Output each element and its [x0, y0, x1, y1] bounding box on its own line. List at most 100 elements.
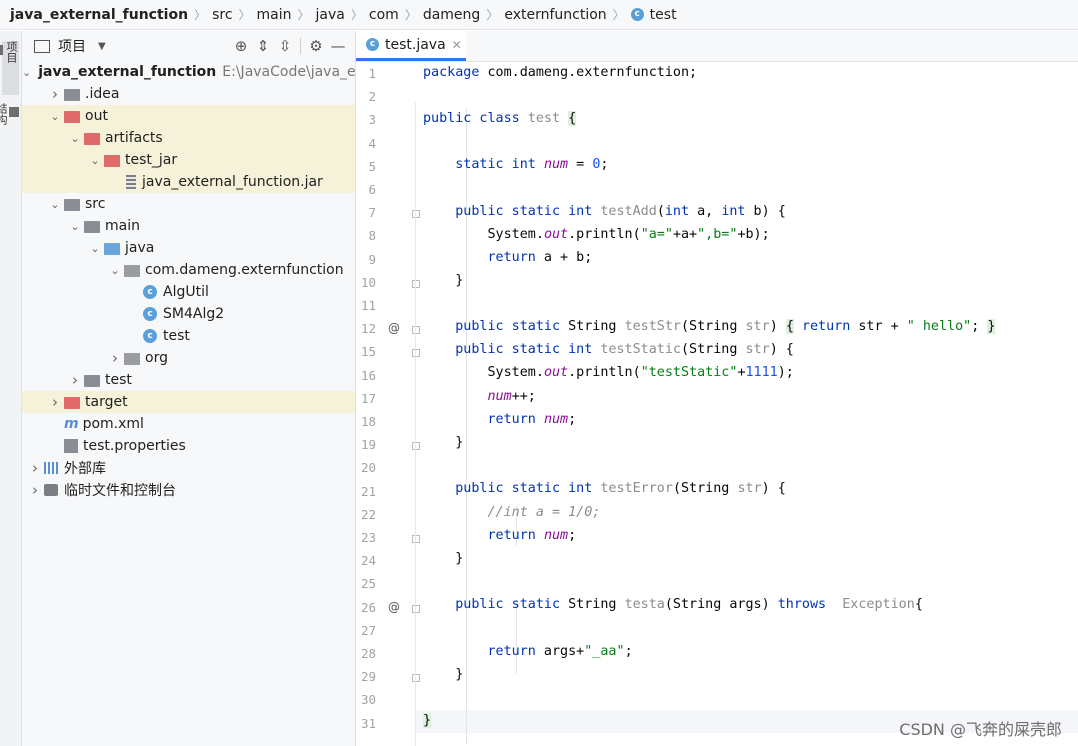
chevron-down-icon[interactable]: ⌄ — [68, 220, 82, 233]
annotation-marker-icon[interactable]: @ — [388, 321, 400, 335]
chevron-down-icon[interactable]: ⌄ — [48, 110, 62, 123]
structure-tool-tab[interactable]: 结构 — [0, 103, 19, 151]
breadcrumb-label: dameng — [422, 6, 481, 23]
tool-window-strip: 项目 结构 — [0, 31, 22, 746]
folder-icon — [84, 375, 100, 387]
code-area[interactable]: package com.dameng.externfunction; publi… — [415, 62, 1078, 746]
breadcrumb-item[interactable]: dameng — [423, 7, 480, 23]
expand-all-icon[interactable]: ⇕ — [252, 37, 274, 55]
code-line-16: System.out.println("testStatic"+1111); — [423, 365, 794, 380]
tree-item[interactable]: m pom.xml — [22, 413, 355, 435]
chevron-down-icon[interactable]: ⌄ — [22, 66, 31, 79]
breadcrumb-item[interactable]: java — [316, 7, 345, 23]
tree-item[interactable]: › .idea — [22, 83, 355, 105]
tree-item[interactable]: ⌄ com.dameng.externfunction — [22, 259, 355, 281]
breadcrumb-item[interactable]: externfunction — [504, 7, 606, 23]
chevron-down-icon[interactable]: ⌄ — [108, 264, 122, 277]
tree-item[interactable]: ⌄ java — [22, 237, 355, 259]
chevron-right-icon[interactable]: › — [68, 371, 82, 389]
chevron-down-icon[interactable]: ▼ — [98, 41, 106, 52]
excluded-folder-icon — [64, 111, 80, 123]
chevron-down-icon[interactable]: ⌄ — [68, 132, 82, 145]
tree-item[interactable]: java_external_function.jar — [22, 171, 355, 193]
project-tab-label: 项目 — [5, 41, 18, 63]
tree-item[interactable]: › test — [22, 369, 355, 391]
line-number: 7 — [368, 205, 376, 221]
tree-item[interactable]: test.properties — [22, 435, 355, 457]
annotation-marker-icon[interactable]: @ — [388, 600, 400, 614]
tree-item[interactable]: ⌄ src — [22, 193, 355, 215]
excluded-folder-icon — [104, 155, 120, 167]
line-number: 20 — [360, 460, 376, 476]
code-line-19: } — [423, 435, 464, 450]
breadcrumb-separator-icon: 〉 — [612, 8, 625, 22]
tree-item-label: test_jar — [125, 152, 178, 168]
folder-icon — [64, 199, 80, 211]
gear-icon[interactable]: ⚙ — [305, 37, 327, 55]
scratches-icon — [44, 484, 58, 496]
tree-item[interactable]: ⌄ java_external_function E:\JavaCode\java_… — [22, 61, 355, 83]
tree-item[interactable]: ⌄ out — [22, 105, 355, 127]
line-number: 9 — [368, 251, 376, 267]
tree-item-label: out — [85, 108, 108, 124]
project-view-title[interactable]: 项目 — [58, 36, 86, 56]
breadcrumb-item[interactable]: com — [369, 7, 399, 23]
tree-item[interactable]: c test — [22, 325, 355, 347]
line-number: 3 — [368, 112, 376, 128]
excluded-folder-icon — [84, 133, 100, 145]
tree-item-label: test.properties — [83, 438, 186, 454]
code-line-17: num++; — [487, 389, 536, 404]
line-number: 8 — [368, 228, 376, 244]
project-tool-tab[interactable]: 项目 — [0, 41, 19, 95]
line-number: 27 — [360, 622, 376, 638]
breadcrumb-item[interactable]: main — [257, 7, 292, 23]
tree-item-label: org — [145, 350, 168, 366]
collapse-all-icon[interactable]: ⇳ — [274, 37, 296, 55]
libraries-icon — [44, 462, 58, 474]
breadcrumb-label: test — [649, 6, 677, 23]
chevron-right-icon[interactable]: › — [48, 393, 62, 411]
breadcrumb-item[interactable]: c test — [630, 6, 677, 23]
close-icon[interactable]: ✕ — [452, 38, 462, 52]
class-icon: c — [143, 329, 157, 343]
tree-item[interactable]: › org — [22, 347, 355, 369]
folder-icon — [64, 89, 80, 101]
code-line-18: return num; — [487, 412, 577, 427]
line-number: 30 — [360, 692, 376, 708]
tree-item-label: 临时文件和控制台 — [64, 483, 176, 499]
line-number: 29 — [360, 669, 376, 685]
breadcrumb-separator-icon: 〉 — [194, 8, 207, 22]
chevron-down-icon[interactable]: ⌄ — [88, 242, 102, 255]
project-view-icon — [34, 39, 50, 53]
chevron-right-icon[interactable]: › — [108, 349, 122, 367]
chevron-down-icon[interactable]: ⌄ — [48, 198, 62, 211]
hide-icon[interactable]: — — [327, 37, 349, 55]
code-editor[interactable]: 1 2 3 4 5 6 7 8 9 10 11 12 15 16 17 18 19 20 21 22 23 24 25 26 2… — [356, 62, 1078, 746]
breadcrumb-separator-icon: 〉 — [238, 8, 251, 22]
tree-item-label: target — [85, 394, 128, 410]
tree-item[interactable]: › 临时文件和控制台 — [22, 479, 355, 501]
tree-item-label: .idea — [85, 86, 120, 102]
tree-item[interactable]: c AlgUtil — [22, 281, 355, 303]
tree-item-label: main — [105, 218, 140, 234]
tree-item[interactable]: › 外部库 — [22, 457, 355, 479]
line-number: 6 — [368, 182, 376, 197]
line-number: 28 — [360, 646, 376, 661]
breadcrumb-label: java_external_function — [10, 6, 189, 23]
chevron-right-icon[interactable]: › — [48, 85, 62, 103]
locate-icon[interactable]: ⊕ — [230, 37, 252, 55]
tree-item[interactable]: ⌄ artifacts — [22, 127, 355, 149]
chevron-right-icon[interactable]: › — [28, 459, 42, 477]
tree-item-label: java_external_function — [38, 64, 217, 80]
tree-item[interactable]: ⌄ main — [22, 215, 355, 237]
tree-item[interactable]: c SM4Alg2 — [22, 303, 355, 325]
tree-item[interactable]: ⌄ test_jar — [22, 149, 355, 171]
breadcrumb-item[interactable]: java_external_function — [10, 7, 188, 23]
tree-item[interactable]: › target — [22, 391, 355, 413]
code-line-24: } — [423, 551, 464, 566]
chevron-right-icon[interactable]: › — [28, 481, 42, 499]
chevron-down-icon[interactable]: ⌄ — [88, 154, 102, 167]
code-line-3: public class test { — [423, 111, 577, 126]
tab-test-java[interactable]: c test.java ✕ — [356, 31, 466, 61]
breadcrumb-item[interactable]: src — [212, 7, 232, 23]
